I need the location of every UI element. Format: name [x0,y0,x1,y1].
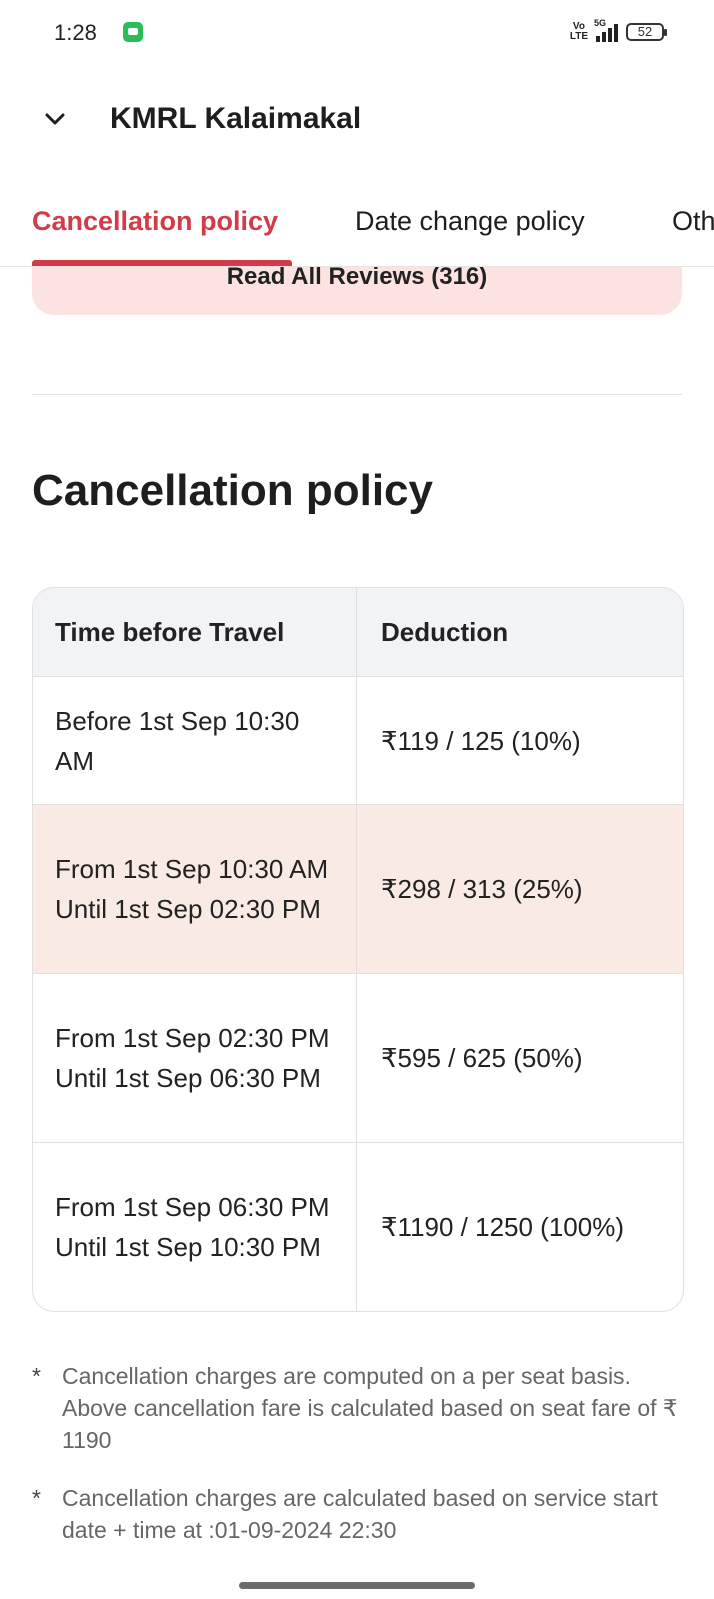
policy-notes: * Cancellation charges are computed on a… [32,1360,682,1572]
note-text: Cancellation charges are calculated base… [62,1485,658,1543]
time-cell: From 1st Sep 06:30 PM Until 1st Sep 10:3… [33,1143,357,1311]
chevron-down-icon[interactable] [40,104,70,134]
deduction-cell: ₹298 / 313 (25%) [381,874,583,904]
asterisk-bullet: * [32,1485,41,1511]
status-indicators: Vo LTE 5G 52 [569,18,667,44]
note-item: * Cancellation charges are calculated ba… [32,1482,682,1546]
status-bar: 1:28 Vo LTE 5G 52 [0,0,714,64]
volte-icon: Vo LTE [569,21,588,42]
tab-other[interactable]: Oth [672,206,714,237]
table-header-row: Time before Travel Deduction [33,588,683,676]
time-cell: From 1st Sep 10:30 AM Until 1st Sep 02:3… [33,805,357,973]
cancellation-table: Time before Travel Deduction Before 1st … [32,587,684,1312]
table-row: Before 1st Sep 10:30 AM ₹119 / 125 (10%) [33,676,683,804]
home-indicator[interactable] [239,1582,475,1589]
table-row-highlighted: From 1st Sep 10:30 AM Until 1st Sep 02:3… [33,804,683,973]
deduction-cell: ₹1190 / 1250 (100%) [381,1212,625,1242]
tab-cancellation-policy[interactable]: Cancellation policy [32,206,278,237]
page-title: KMRL Kalaimakal [110,102,362,135]
app-header: KMRL Kalaimakal [0,90,714,150]
battery-icon: 52 [626,23,667,41]
tab-date-change-policy[interactable]: Date change policy [355,206,585,237]
policy-tabs: Cancellation policy Date change policy O… [0,190,714,267]
column-header-time: Time before Travel [33,588,357,676]
note-item: * Cancellation charges are computed on a… [32,1360,682,1456]
column-header-deduction: Deduction [381,617,509,647]
active-tab-indicator [32,260,292,266]
deduction-cell: ₹119 / 125 (10%) [381,725,581,756]
deduction-cell: ₹595 / 625 (50%) [381,1043,583,1073]
network-type: 5G [594,18,607,28]
table-row: From 1st Sep 02:30 PM Until 1st Sep 06:3… [33,973,683,1142]
section-title: Cancellation policy [32,466,433,515]
note-text: Cancellation charges are computed on a p… [62,1363,678,1453]
message-notification-icon [123,22,143,42]
time-cell: Before 1st Sep 10:30 AM [33,677,357,804]
table-row: From 1st Sep 06:30 PM Until 1st Sep 10:3… [33,1142,683,1311]
signal-icon: 5G [594,18,618,42]
time-cell: From 1st Sep 02:30 PM Until 1st Sep 06:3… [33,974,357,1142]
status-time: 1:28 [54,20,97,45]
read-all-reviews-button[interactable]: Read All Reviews (316) [32,267,682,315]
asterisk-bullet: * [32,1363,41,1389]
divider [32,394,682,395]
